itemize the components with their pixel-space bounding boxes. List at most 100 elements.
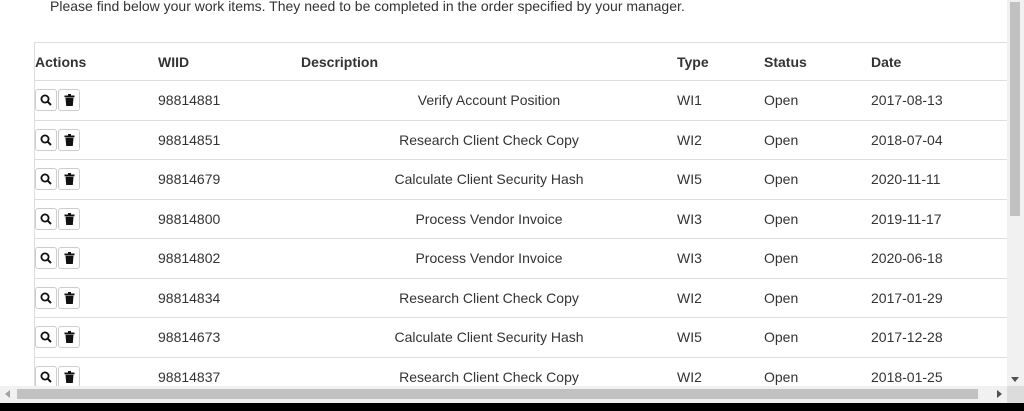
delete-button[interactable] [58, 365, 80, 386]
cell-description: Research Client Check Copy [301, 120, 677, 160]
cell-type: WI5 [677, 317, 764, 358]
delete-button[interactable] [58, 326, 80, 349]
cell-type: WI5 [677, 159, 764, 200]
view-button[interactable] [35, 89, 57, 112]
scroll-right-arrow-icon[interactable] [997, 390, 1002, 398]
cell-date: 2019-11-17 [871, 199, 1007, 239]
scrollbar-corner [1007, 386, 1024, 403]
horizontal-scrollbar[interactable] [0, 386, 1007, 403]
view-button[interactable] [35, 247, 57, 270]
search-icon [40, 173, 52, 185]
delete-button[interactable] [58, 207, 80, 230]
cell-status: Open [764, 357, 871, 386]
cell-date: 2018-01-25 [871, 357, 1007, 386]
cell-status: Open [764, 159, 871, 200]
trash-icon [64, 370, 75, 383]
work-items-table-container: Actions WIID Description Type Status Dat… [34, 42, 1007, 386]
trash-icon [64, 291, 75, 304]
trash-icon [64, 212, 75, 225]
cell-status: Open [764, 120, 871, 160]
table-body: 98814881 Verify Account Position WI1 Open 20… [35, 80, 1007, 386]
cell-date: 2020-11-11 [871, 159, 1007, 200]
window-bottom-edge [0, 403, 1024, 411]
cell-description: Calculate Client Security Hash [301, 317, 677, 358]
cell-type: WI1 [677, 80, 764, 121]
view-button[interactable] [35, 168, 57, 191]
vertical-scrollbar[interactable] [1007, 0, 1024, 386]
cell-description: Process Vendor Invoice [301, 238, 677, 279]
intro-text: Please find below your work items. They … [50, 0, 685, 14]
cell-description: Calculate Client Security Hash [301, 159, 677, 200]
header-status[interactable]: Status [764, 42, 871, 81]
cell-type: WI2 [677, 120, 764, 160]
delete-button[interactable] [58, 168, 80, 191]
table-header-row: Actions WIID Description Type Status Dat… [35, 42, 1007, 81]
cell-wiid: 98814834 [158, 278, 301, 318]
cell-date: 2020-06-18 [871, 238, 1007, 279]
cell-status: Open [764, 317, 871, 358]
table-row: 98814834 Research Client Check Copy WI2 Ope… [35, 278, 1007, 318]
row-actions [35, 278, 158, 318]
cell-wiid: 98814679 [158, 159, 301, 200]
cell-date: 2017-08-13 [871, 80, 1007, 121]
cell-date: 2018-07-04 [871, 120, 1007, 160]
cell-wiid: 98814673 [158, 317, 301, 358]
view-button[interactable] [35, 286, 57, 309]
header-type[interactable]: Type [677, 42, 764, 81]
cell-status: Open [764, 278, 871, 318]
search-icon [40, 371, 52, 383]
trash-icon [64, 94, 75, 107]
search-icon [40, 213, 52, 225]
cell-type: WI3 [677, 238, 764, 279]
table-row: 98814802 Process Vendor Invoice WI3 Open 202… [35, 238, 1007, 279]
table-row: 98814837 Research Client Check Copy WI2 Ope… [35, 357, 1007, 386]
cell-date: 2017-01-29 [871, 278, 1007, 318]
cell-type: WI2 [677, 357, 764, 386]
table-row: 98814673 Calculate Client Security Hash WI… [35, 317, 1007, 358]
search-icon [40, 292, 52, 304]
view-button[interactable] [35, 207, 57, 230]
view-button[interactable] [35, 365, 57, 386]
scroll-left-arrow-icon[interactable] [5, 390, 10, 398]
cell-description: Research Client Check Copy [301, 278, 677, 318]
cell-wiid: 98814881 [158, 80, 301, 121]
row-actions [35, 120, 158, 160]
delete-button[interactable] [58, 247, 80, 270]
cell-date: 2017-12-28 [871, 317, 1007, 358]
search-icon [40, 252, 52, 264]
cell-wiid: 98814802 [158, 238, 301, 279]
view-button[interactable] [35, 326, 57, 349]
scroll-down-arrow-icon[interactable] [1011, 377, 1019, 382]
row-actions [35, 80, 158, 121]
cell-description: Research Client Check Copy [301, 357, 677, 386]
delete-button[interactable] [58, 128, 80, 151]
table-row: 98814851 Research Client Check Copy WI2 Ope… [35, 120, 1007, 160]
search-icon [40, 331, 52, 343]
cell-status: Open [764, 80, 871, 121]
table-row: 98814800 Process Vendor Invoice WI3 Open 201… [35, 199, 1007, 239]
cell-wiid: 98814800 [158, 199, 301, 239]
work-items-page: Please find below your work items. They … [0, 0, 1007, 386]
cell-type: WI3 [677, 199, 764, 239]
search-icon [40, 134, 52, 146]
view-button[interactable] [35, 128, 57, 151]
delete-button[interactable] [58, 286, 80, 309]
search-icon [40, 94, 52, 106]
row-actions [35, 357, 158, 386]
trash-icon [64, 252, 75, 265]
header-actions: Actions [35, 42, 158, 81]
row-actions [35, 159, 158, 200]
delete-button[interactable] [58, 89, 80, 112]
cell-wiid: 98814837 [158, 357, 301, 386]
vertical-scrollbar-thumb[interactable] [1010, 2, 1020, 216]
header-description[interactable]: Description [301, 42, 677, 81]
cell-wiid: 98814851 [158, 120, 301, 160]
row-actions [35, 199, 158, 239]
trash-icon [64, 173, 75, 186]
header-date[interactable]: Date [871, 42, 1007, 81]
cell-description: Process Vendor Invoice [301, 199, 677, 239]
table-row: 98814679 Calculate Client Security Hash WI… [35, 159, 1007, 200]
header-wiid[interactable]: WIID [158, 42, 301, 81]
cell-type: WI2 [677, 278, 764, 318]
horizontal-scrollbar-thumb[interactable] [17, 389, 978, 399]
